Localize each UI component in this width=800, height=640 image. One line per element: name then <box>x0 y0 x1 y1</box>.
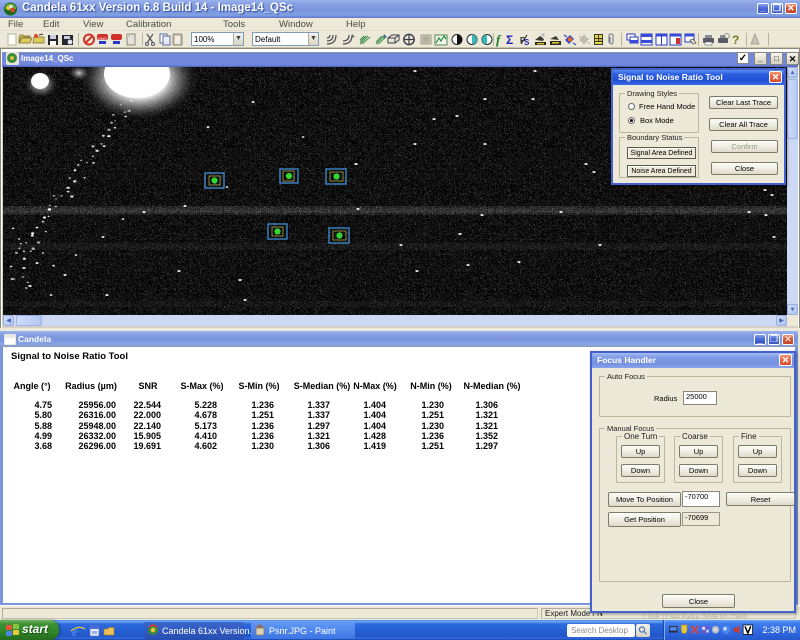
svg-text:?: ? <box>732 33 739 47</box>
svg-text:SMS: SMS <box>98 36 107 41</box>
svg-text:f: f <box>496 32 502 47</box>
svg-text:e: e <box>72 625 78 637</box>
svg-text:Σ: Σ <box>506 33 513 47</box>
svg-text:S: S <box>524 38 530 47</box>
